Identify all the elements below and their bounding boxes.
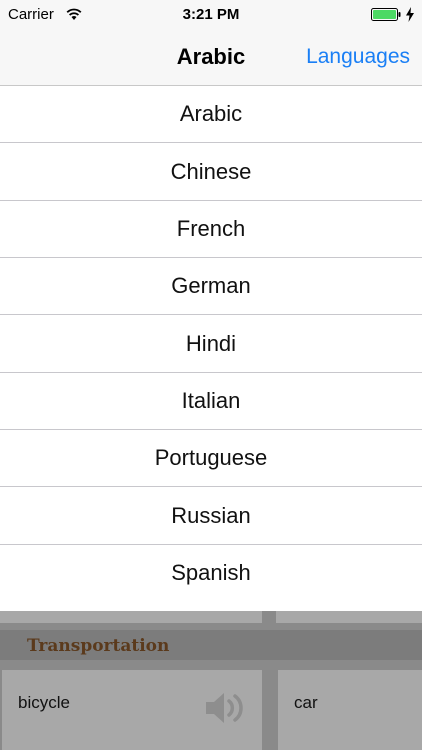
language-item-spanish[interactable]: Spanish	[0, 545, 422, 602]
languages-button[interactable]: Languages	[306, 45, 410, 69]
navigation-bar: Arabic Languages	[0, 30, 422, 86]
background-card-edge	[0, 611, 262, 623]
word-label: bicycle	[18, 693, 70, 712]
background-card-edge	[276, 611, 422, 623]
language-item-german[interactable]: German	[0, 258, 422, 316]
language-item-russian[interactable]: Russian	[0, 487, 422, 545]
speaker-icon[interactable]	[202, 688, 248, 728]
language-item-chinese[interactable]: Chinese	[0, 143, 422, 201]
language-item-italian[interactable]: Italian	[0, 373, 422, 431]
language-item-portuguese[interactable]: Portuguese	[0, 430, 422, 488]
language-item-arabic[interactable]: Arabic	[0, 86, 422, 144]
section-title: Transportation	[27, 636, 170, 656]
language-item-french[interactable]: French	[0, 201, 422, 259]
language-item-hindi[interactable]: Hindi	[0, 315, 422, 373]
section-header: Transportation	[0, 630, 422, 660]
word-card-bicycle[interactable]: bicycle	[2, 670, 262, 750]
word-label: car	[294, 693, 318, 712]
battery-icon	[371, 8, 401, 21]
status-bar: Carrier 3:21 PM	[0, 0, 422, 30]
status-time: 3:21 PM	[182, 6, 240, 23]
charging-bolt-icon	[406, 7, 414, 22]
word-card-car[interactable]: car	[278, 670, 422, 750]
language-list: Arabic Chinese French German Hindi Itali…	[0, 86, 422, 611]
